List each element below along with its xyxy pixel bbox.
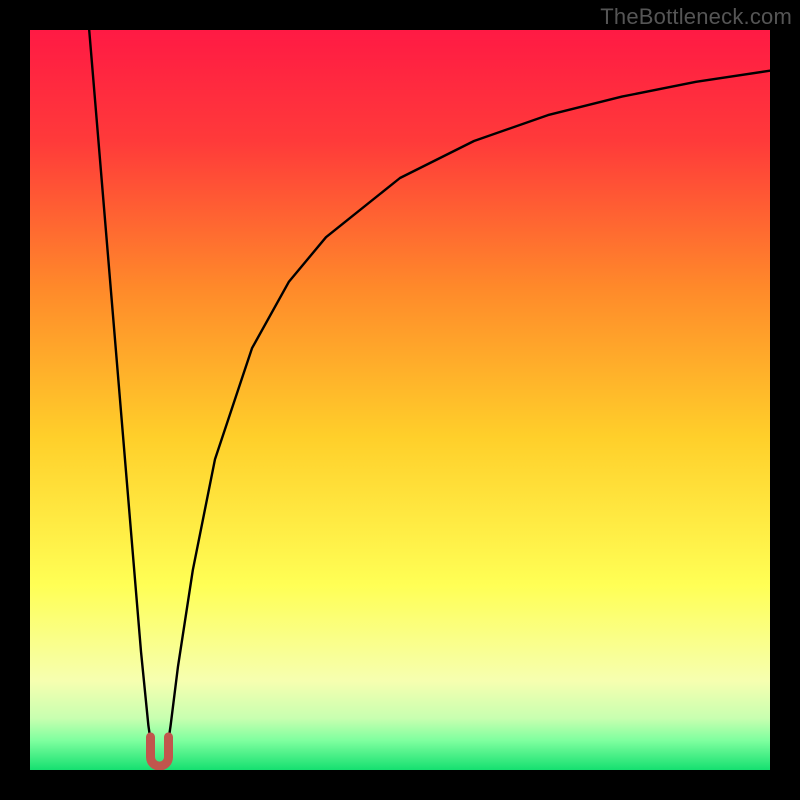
plot-area (30, 30, 770, 770)
chart-frame: TheBottleneck.com (0, 0, 800, 800)
watermark-text: TheBottleneck.com (600, 4, 792, 30)
chart-svg (30, 30, 770, 770)
